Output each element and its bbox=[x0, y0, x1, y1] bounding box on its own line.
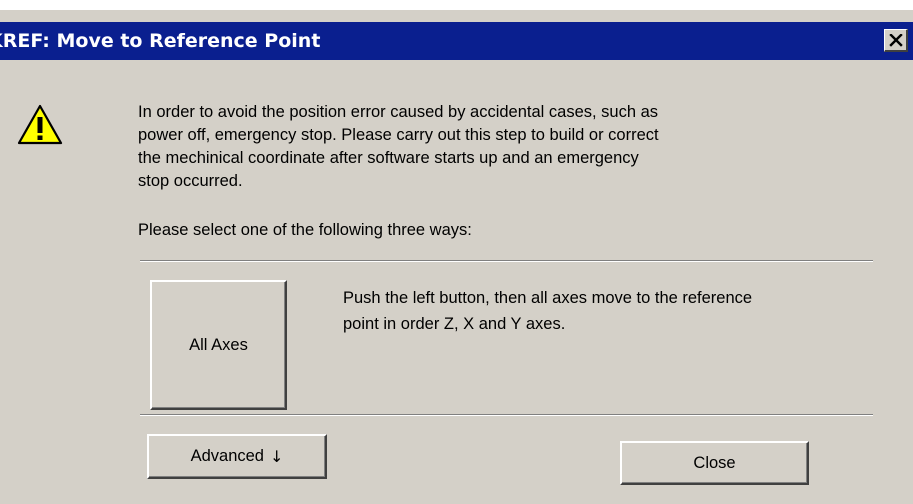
instruction-message: In order to avoid the position error cau… bbox=[138, 101, 878, 193]
advanced-label: Advanced bbox=[190, 447, 264, 465]
close-window-button[interactable] bbox=[884, 29, 908, 52]
selection-prompt: Please select one of the following three… bbox=[138, 221, 472, 239]
close-icon bbox=[888, 33, 903, 47]
advanced-button[interactable]: Advanced ↓ bbox=[147, 434, 327, 479]
top-divider bbox=[140, 260, 873, 262]
message-line: the mechinical coordinate after software… bbox=[138, 149, 639, 167]
message-line: In order to avoid the position error cau… bbox=[138, 103, 659, 121]
title-bar[interactable]: KREF: Move to Reference Point bbox=[0, 22, 913, 60]
description-line: Push the left button, then all axes move… bbox=[343, 289, 753, 307]
reference-point-dialog: KREF: Move to Reference Point In order t… bbox=[0, 10, 913, 504]
all-axes-description: Push the left button, then all axes move… bbox=[343, 285, 752, 337]
all-axes-button[interactable]: All Axes bbox=[150, 280, 287, 410]
description-line: point in order Z, X and Y axes. bbox=[343, 315, 566, 333]
message-line: stop occurred. bbox=[138, 172, 243, 190]
bottom-divider bbox=[140, 414, 873, 416]
close-button[interactable]: Close bbox=[620, 441, 809, 485]
window-title: KREF: Move to Reference Point bbox=[0, 30, 321, 52]
all-axes-label: All Axes bbox=[189, 335, 248, 354]
warning-icon bbox=[17, 104, 63, 145]
close-label: Close bbox=[693, 453, 736, 472]
arrow-down-icon: ↓ bbox=[269, 447, 284, 466]
message-line: power off, emergency stop. Please carry … bbox=[138, 126, 659, 144]
